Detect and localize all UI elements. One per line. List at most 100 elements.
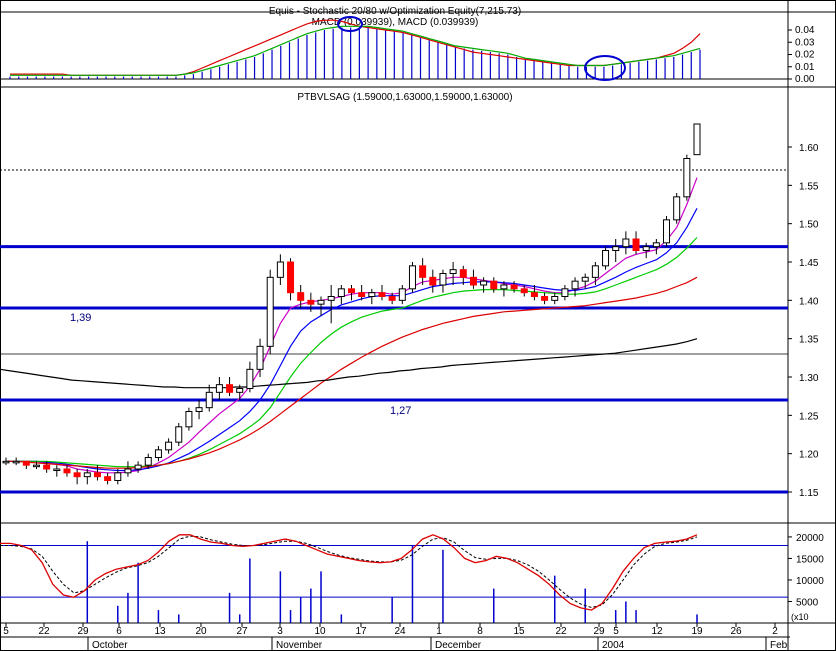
candlestick — [642, 242, 650, 259]
candlestick — [348, 285, 355, 301]
candle-body — [124, 468, 132, 474]
support-levels — [0, 169, 788, 494]
candlestick — [602, 246, 610, 270]
candlestick — [378, 285, 386, 301]
price-panel: PTBVLSAG (1.59000,1.63000,1.59000,1.6300… — [0, 92, 819, 499]
stochastic-levels — [0, 545, 788, 598]
candlestick — [114, 469, 122, 485]
moving-averages — [0, 177, 698, 474]
price-tick-label: 1.35 — [799, 335, 819, 346]
candle-body — [226, 384, 234, 393]
stochastic-tick-label: 5000 — [796, 597, 819, 608]
candle-body — [154, 449, 162, 459]
candle-body — [449, 269, 457, 274]
price-y-ticks: 1.60 1.55 1.50 1.45 1.40 1.35 1.30 1.25 1.20 1.15 — [788, 143, 819, 499]
candlestick — [419, 258, 427, 285]
candle-body — [520, 288, 528, 294]
macd-trough-highlight — [584, 55, 626, 81]
ma-fast-line — [6, 177, 698, 474]
day-tick-label: 10 — [314, 626, 326, 637]
candlestick — [22, 460, 30, 469]
candle-body — [632, 238, 640, 251]
day-tick-label: 12 — [651, 626, 663, 637]
candle-body — [561, 288, 569, 298]
candlestick — [561, 285, 569, 301]
candlestick — [663, 216, 671, 247]
candle-body — [652, 242, 660, 248]
candle-body — [368, 292, 376, 297]
candle-body — [297, 292, 305, 301]
candlestick — [398, 285, 406, 305]
candlestick — [276, 254, 284, 285]
month-label: November — [276, 640, 323, 651]
month-label: 2004 — [602, 640, 625, 651]
candle-body — [144, 457, 152, 466]
candle-body — [266, 276, 274, 347]
candlestick — [490, 277, 498, 293]
level-label-139: 1,39 — [70, 312, 91, 324]
candle-body — [683, 158, 691, 198]
candlestick — [429, 269, 437, 293]
candlestick — [154, 446, 162, 462]
macd-line — [10, 25, 701, 76]
candle-body — [490, 280, 498, 290]
stochastic-tick-label: 10000 — [796, 576, 824, 587]
candlestick — [449, 262, 457, 285]
candle-body — [469, 276, 477, 286]
candle-body — [388, 296, 396, 301]
macd-panel: Equis - Stochastic 20/80 w/Optimization … — [0, 6, 815, 85]
price-tick-label: 1.55 — [799, 181, 819, 192]
macd-subtitle: MACD (0.039939), MACD (0.039939) — [312, 17, 479, 28]
candle-body — [622, 238, 630, 248]
day-tick-label: 29 — [77, 626, 89, 637]
macd-tick-label: 0.04 — [795, 25, 815, 36]
price-tick-label: 1.50 — [799, 220, 819, 231]
volume-bars — [86, 541, 698, 623]
candle-body — [500, 284, 508, 290]
day-tick-label: 17 — [355, 626, 367, 637]
candle-body — [571, 280, 579, 290]
candle-body — [612, 246, 620, 252]
candle-body — [530, 292, 538, 297]
candle-body — [205, 391, 213, 409]
candlestick — [104, 472, 112, 485]
candlestick — [541, 292, 549, 305]
candle-body — [541, 296, 549, 301]
candle-body — [327, 296, 335, 301]
macd-lines — [10, 19, 701, 76]
candlestick — [368, 288, 376, 305]
candlestick — [2, 457, 10, 466]
candle-body — [185, 411, 193, 428]
candle-body — [256, 345, 264, 370]
stochastic-tick-label: 20000 — [796, 533, 824, 544]
candle-body — [429, 276, 437, 286]
candle-body — [358, 292, 366, 297]
candlestick — [165, 438, 173, 454]
day-tick-label: 5 — [613, 626, 619, 637]
price-tick-label: 1.25 — [799, 411, 819, 422]
day-tick-label: 6 — [116, 626, 122, 637]
candle-body — [246, 368, 254, 390]
candle-body — [276, 261, 284, 278]
stochastic-lines — [0, 534, 698, 611]
candle-body — [348, 288, 355, 294]
candlestick — [327, 285, 335, 324]
price-tick-label: 1.30 — [799, 373, 819, 384]
day-tick-label: 19 — [691, 626, 703, 637]
macd-y-ticks: 0.040.03 0.020.010.00 — [788, 25, 815, 85]
day-tick-label: 22 — [555, 626, 567, 637]
macd-signal-line — [10, 19, 701, 76]
candle-body — [591, 265, 599, 278]
candle-body — [32, 464, 40, 468]
candle-body — [459, 269, 467, 278]
day-tick-label: 20 — [195, 626, 207, 637]
candlestick — [612, 239, 620, 262]
month-label: December — [435, 640, 482, 651]
month-label: Feb — [770, 640, 788, 651]
day-tick-label: 2 — [772, 626, 778, 637]
candle-body — [195, 407, 203, 412]
candle-body — [510, 284, 518, 290]
candlestick — [215, 377, 223, 400]
candlestick — [256, 338, 264, 377]
day-tick-label: 5 — [3, 626, 9, 637]
